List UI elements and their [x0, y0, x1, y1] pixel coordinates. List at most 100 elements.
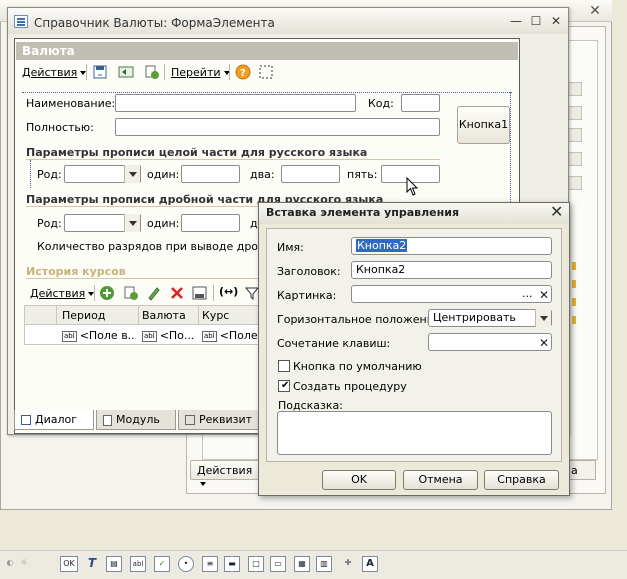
selection-icon[interactable] — [258, 64, 274, 80]
help-button-label: Справка — [497, 473, 546, 486]
side-marker — [572, 280, 576, 288]
frac-one-label: один: — [147, 217, 180, 230]
toolbar-separator — [164, 64, 165, 80]
button1[interactable]: Кнопка1 — [457, 106, 510, 144]
shortcut-prop-input[interactable] — [428, 333, 552, 351]
form-window-title: Справочник Валюты: ФормаЭлемента — [34, 16, 275, 30]
table-icon[interactable]: ▦ — [294, 556, 310, 572]
ok-button[interactable]: OK — [322, 470, 396, 490]
combobox-icon[interactable]: ▬ — [224, 556, 240, 572]
hint-textarea[interactable] — [277, 411, 552, 455]
two-field[interactable] — [281, 165, 340, 183]
dialog-close-icon[interactable]: ✕ — [550, 204, 563, 220]
grid-cell-period: abl <Поле в... — [62, 329, 136, 342]
fullname-field[interactable] — [115, 118, 440, 136]
layout-guide — [30, 160, 31, 188]
section-divider — [26, 278, 258, 279]
tab-dialog[interactable]: Диалог — [14, 410, 94, 430]
mouse-cursor-icon — [406, 176, 420, 200]
gender-select[interactable] — [64, 165, 141, 183]
picture-select-button[interactable]: ... — [522, 287, 533, 300]
side-tool-icon[interactable] — [568, 128, 582, 142]
name-field[interactable] — [115, 94, 356, 112]
tree-icon[interactable]: ▥ — [316, 556, 332, 572]
tab-attributes[interactable]: Реквизит — [178, 410, 260, 430]
textbox-icon[interactable]: abl — [130, 556, 146, 572]
maximize-icon[interactable]: ☐ — [528, 15, 544, 29]
label-text-icon[interactable]: T — [84, 556, 100, 572]
checkmark-icon: ✔ — [281, 380, 290, 391]
form-icon[interactable]: ▤ — [106, 556, 122, 572]
cancel-button[interactable]: Отмена — [403, 470, 478, 490]
tab-module[interactable]: Модуль — [96, 410, 176, 430]
grid-col-period[interactable]: Период — [62, 309, 106, 322]
tab-dialog-label: Диалог — [35, 413, 78, 426]
grid-cell-rate-text: <Поле — [219, 329, 258, 342]
designer-right-button[interactable]: а — [566, 460, 596, 480]
refresh-icon[interactable] — [118, 64, 134, 80]
designer-actions-button[interactable]: Действия — [190, 460, 260, 486]
designer-close-icon[interactable]: ✕ — [586, 4, 604, 20]
lightbulb-icon[interactable]: ☼ — [16, 556, 32, 572]
frame-icon[interactable]: □ — [248, 556, 264, 572]
caption-prop-input[interactable]: Кнопка2 — [351, 261, 552, 279]
create-procedure-checkbox[interactable]: ✔ — [278, 380, 290, 392]
default-button-checkbox[interactable] — [278, 360, 290, 372]
goto-menu-label: Перейти — [171, 66, 221, 79]
ok-button-icon[interactable]: OK — [60, 556, 78, 572]
add-icon[interactable] — [99, 285, 115, 301]
text-icon-text: T — [87, 556, 97, 570]
listbox-icon[interactable]: ≡ — [202, 556, 218, 572]
copy-row-icon[interactable] — [123, 285, 139, 301]
section-divider — [26, 159, 440, 160]
copy-icon[interactable] — [144, 64, 160, 80]
arrows-icon[interactable]: (↔) — [219, 285, 238, 301]
toolbar-separator — [86, 64, 87, 80]
chevron-down-icon[interactable] — [535, 309, 551, 327]
layout-guide — [22, 92, 512, 93]
code-label: Код: — [368, 97, 394, 110]
end-edit-icon[interactable] — [192, 285, 208, 301]
section-divider — [26, 206, 258, 207]
close-icon[interactable]: ✕ — [548, 15, 564, 29]
splitter-icon[interactable]: ✛ — [340, 556, 356, 572]
actions-menu[interactable]: Действия — [22, 66, 87, 79]
help-icon[interactable]: ? — [235, 64, 251, 80]
side-marker — [572, 316, 576, 324]
chevron-down-icon[interactable] — [124, 214, 140, 232]
grid-col-rate[interactable]: Курс — [202, 309, 229, 322]
help-button[interactable]: Справка — [484, 470, 559, 490]
frac-one-field[interactable] — [181, 214, 240, 232]
chevron-down-icon[interactable] — [124, 165, 140, 183]
frac-gender-select[interactable] — [64, 214, 141, 232]
shortcut-prop-label: Сочетание клавиш: — [277, 337, 391, 350]
textbox-icon: abl — [142, 330, 157, 342]
minimize-icon[interactable]: — — [508, 15, 524, 29]
code-field[interactable] — [401, 94, 440, 112]
radio-icon[interactable]: • — [178, 556, 194, 572]
form-header: Валюта — [16, 42, 518, 60]
delete-icon[interactable] — [169, 285, 185, 301]
cancel-button-label: Отмена — [418, 473, 463, 486]
halign-prop-select[interactable]: Центрировать — [428, 309, 552, 327]
edit-icon[interactable] — [146, 285, 162, 301]
grid-cell-period-text: <Поле в... — [79, 329, 136, 342]
goto-menu[interactable]: Перейти — [171, 66, 230, 79]
digits-label: Количество разрядов при выводе дробной — [37, 240, 286, 253]
checkbox-icon[interactable]: ✓ — [154, 556, 170, 572]
font-icon[interactable]: A — [362, 556, 378, 572]
name-prop-value: Кнопка2 — [356, 239, 408, 252]
one-field[interactable] — [181, 165, 240, 183]
panel-icon[interactable]: ▭ — [270, 556, 286, 572]
side-search-icon[interactable] — [568, 82, 582, 96]
frac-gender-label: Род: — [37, 217, 62, 230]
grid-col-currency[interactable]: Валюта — [142, 309, 186, 322]
shortcut-clear-icon[interactable]: ✕ — [539, 337, 549, 349]
history-actions-menu[interactable]: Действия — [30, 287, 95, 300]
side-tool-icon[interactable] — [568, 176, 582, 190]
picture-clear-icon[interactable]: ✕ — [539, 289, 549, 301]
name-prop-input[interactable]: Кнопка2 — [351, 237, 552, 255]
side-tool-icon[interactable] — [568, 152, 582, 166]
save-icon[interactable] — [92, 64, 108, 80]
side-tool-icon[interactable] — [568, 106, 582, 120]
